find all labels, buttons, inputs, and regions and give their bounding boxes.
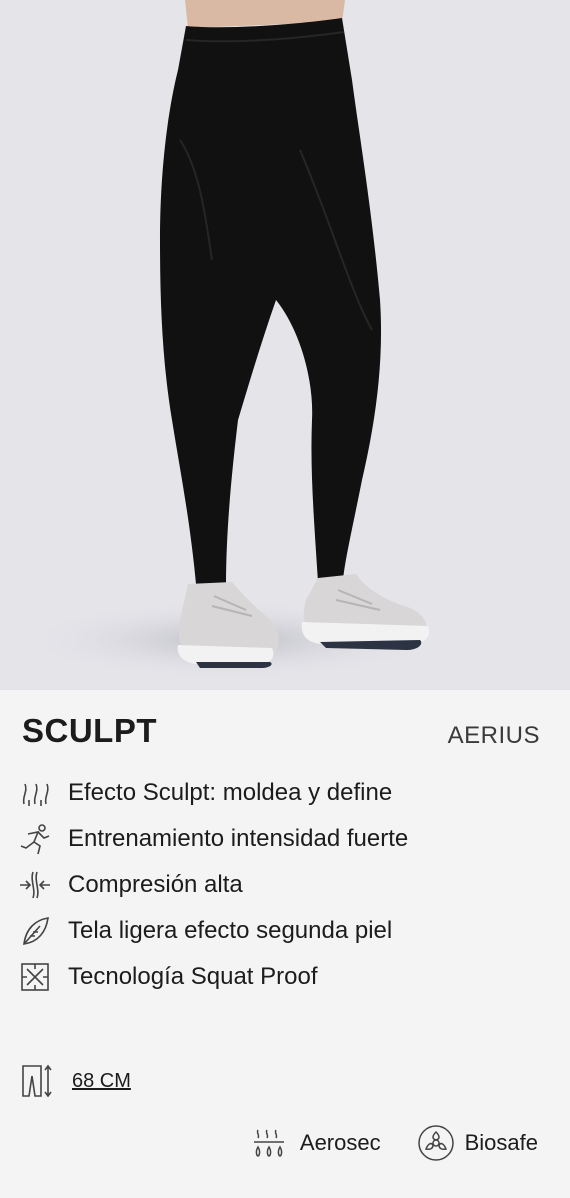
feature-item: Tecnología Squat Proof (18, 954, 558, 1000)
length-info[interactable]: 68 CM (20, 1062, 131, 1100)
length-link[interactable]: 68 CM (72, 1070, 131, 1093)
badge-aerosec: Aerosec (252, 1124, 381, 1162)
feature-label: Efecto Sculpt: moldea y define (68, 779, 393, 806)
biosafe-icon (417, 1124, 454, 1162)
feature-item: Compresión alta (18, 862, 558, 908)
feature-item: Entrenamiento intensidad fuerte (18, 816, 558, 862)
feature-label: Compresión alta (68, 871, 243, 898)
feather-leaf-icon (18, 914, 52, 948)
tech-badges: Aerosec Biosafe (216, 1124, 538, 1162)
feature-list: Efecto Sculpt: moldea y define Entrenami… (18, 770, 558, 1000)
feature-label: Tela ligera efecto segunda piel (68, 917, 393, 944)
feature-item: Tela ligera efecto segunda piel (18, 908, 558, 954)
aerosec-icon (252, 1124, 288, 1162)
product-title: SCULPT (22, 712, 157, 749)
runner-icon (18, 822, 52, 856)
badge-label: Aerosec (299, 1130, 381, 1155)
feature-item: Efecto Sculpt: moldea y define (18, 770, 558, 816)
leggings-length-icon (20, 1062, 54, 1100)
compression-arrows-icon (18, 868, 52, 902)
badge-label: Biosafe (464, 1130, 538, 1155)
brand-label: AERIUS (447, 722, 540, 749)
product-card[interactable]: SCULPT AERIUS Efecto Sculpt: moldea y de… (0, 0, 570, 1198)
feature-label: Tecnología Squat Proof (68, 963, 318, 990)
feature-label: Entrenamiento intensidad fuerte (68, 825, 409, 852)
product-image[interactable] (0, 0, 570, 690)
leggings-illustration (20, 0, 440, 680)
squat-proof-icon (18, 960, 52, 994)
badge-biosafe: Biosafe (417, 1124, 538, 1162)
sculpt-waves-icon (18, 776, 52, 810)
